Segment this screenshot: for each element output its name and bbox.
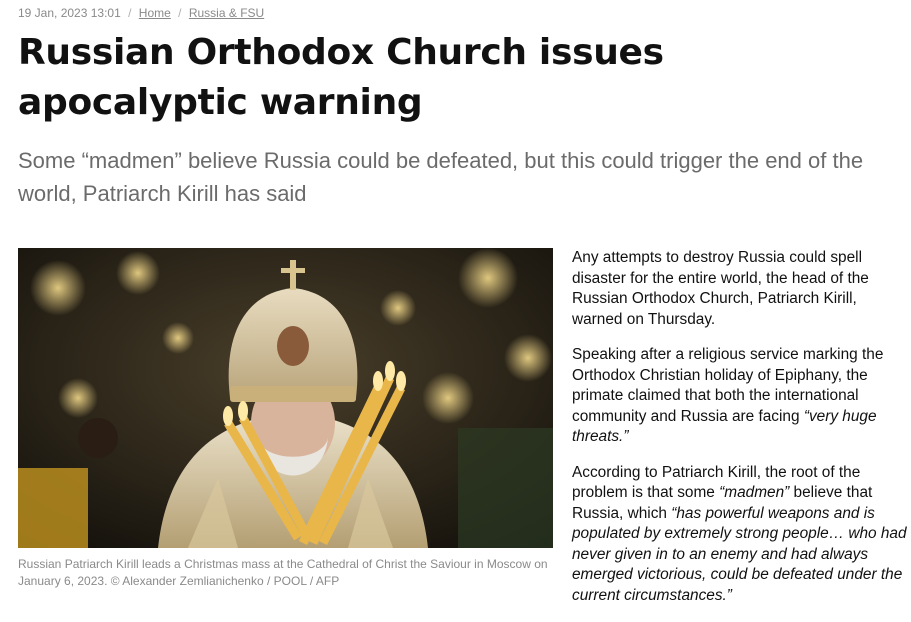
quote-text: “madmen”	[719, 484, 790, 501]
breadcrumb-home-link[interactable]: Home	[139, 6, 171, 20]
paragraph-3: According to Patriarch Kirill, the root …	[572, 463, 907, 607]
breadcrumb-section-link[interactable]: Russia & FSU	[189, 6, 264, 20]
article-body: Any attempts to destroy Russia could spe…	[572, 248, 907, 621]
article-subtitle: Some “madmen” believe Russia could be de…	[18, 148, 864, 206]
breadcrumb-separator: /	[128, 6, 132, 20]
paragraph-2: Speaking after a religious service marki…	[572, 345, 907, 448]
patriarch-photo-illustration	[18, 248, 553, 548]
article-meta: 19 Jan, 2023 13:01 / Home / Russia & FSU	[18, 6, 264, 20]
publish-date: 19 Jan, 2023 13:01	[18, 6, 121, 20]
article-title: Russian Orthodox Church issues apocalypt…	[18, 32, 664, 123]
paragraph-1: Any attempts to destroy Russia could spe…	[572, 248, 907, 330]
paragraph-text: Any attempts to destroy Russia could spe…	[572, 249, 869, 328]
article-photo	[18, 248, 553, 548]
breadcrumb-separator: /	[178, 6, 182, 20]
photo-caption: Russian Patriarch Kirill leads a Christm…	[18, 557, 548, 588]
